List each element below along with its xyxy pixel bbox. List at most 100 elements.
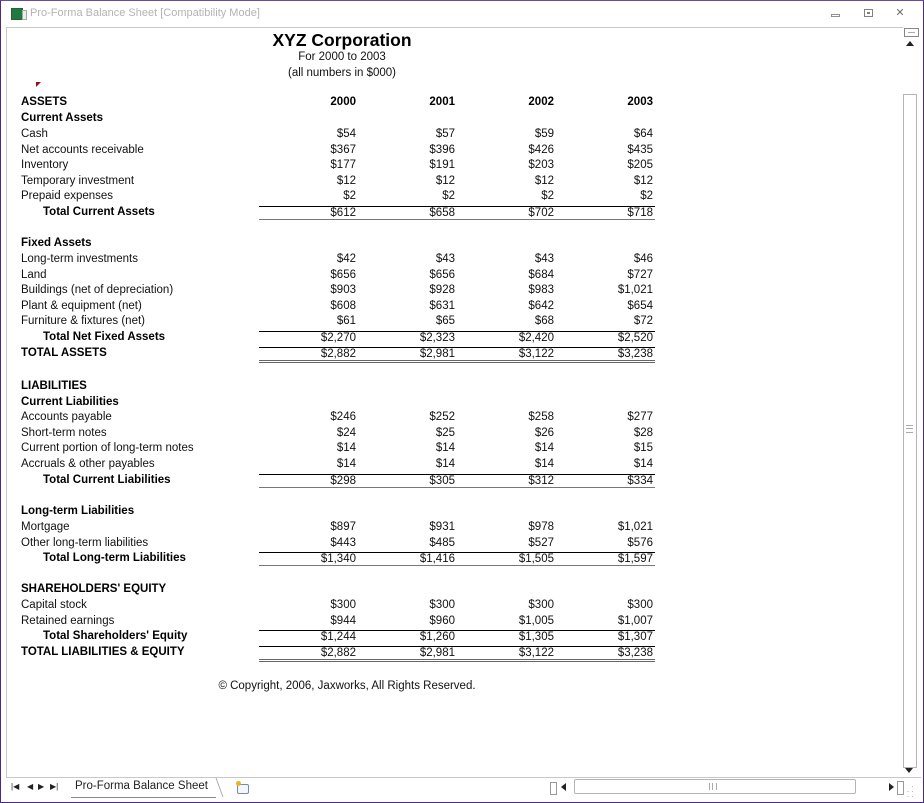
cell-value[interactable]: $642 [457, 300, 556, 312]
cell-value[interactable]: $1,416 [358, 552, 457, 566]
cell-value[interactable]: $983 [457, 284, 556, 296]
cell-value[interactable]: $246 [259, 411, 358, 423]
close-button[interactable]: ✕ [893, 7, 907, 19]
cell-value[interactable]: $718 [556, 206, 655, 220]
cell-value[interactable]: $14 [358, 442, 457, 454]
cell-value[interactable]: $1,340 [259, 552, 358, 566]
cell-value[interactable]: $203 [457, 159, 556, 171]
cell-value[interactable]: $2 [457, 190, 556, 202]
year-column-header[interactable]: 2001 [358, 96, 457, 108]
sheet-tab-pro-forma-balance-sheet[interactable]: Pro-Forma Balance Sheet [71, 778, 216, 798]
cell-value[interactable]: $2,270 [259, 331, 358, 344]
cell-value[interactable]: $443 [259, 537, 358, 549]
cell-value[interactable]: $177 [259, 159, 358, 171]
cell-value[interactable]: $334 [556, 474, 655, 488]
cell-value[interactable]: $14 [457, 458, 556, 470]
cell-value[interactable]: $527 [457, 537, 556, 549]
cell-value[interactable]: $684 [457, 269, 556, 281]
cell-value[interactable]: $1,021 [556, 521, 655, 533]
cell-value[interactable]: $2,323 [358, 331, 457, 344]
cell-value[interactable]: $656 [358, 269, 457, 281]
cell-value[interactable]: $43 [457, 253, 556, 265]
cell-value[interactable]: $42 [259, 253, 358, 265]
cell-value[interactable]: $43 [358, 253, 457, 265]
cell-value[interactable]: $14 [259, 458, 358, 470]
cell-value[interactable]: $277 [556, 411, 655, 423]
cell-value[interactable]: $14 [259, 442, 358, 454]
cell-value[interactable]: $654 [556, 300, 655, 312]
cell-value[interactable]: $435 [556, 144, 655, 156]
cell-value[interactable]: $12 [556, 175, 655, 187]
cell-value[interactable]: $300 [259, 599, 358, 611]
next-sheet-icon[interactable]: ▶ [38, 782, 44, 792]
cell-value[interactable]: $608 [259, 300, 358, 312]
cell-value[interactable]: $14 [556, 458, 655, 470]
cell-value[interactable]: $1,260 [358, 630, 457, 643]
scroll-left-arrow-icon[interactable] [561, 783, 566, 791]
cell-value[interactable]: $300 [556, 599, 655, 611]
first-sheet-icon[interactable]: |◀ [11, 782, 19, 792]
cell-value[interactable]: $576 [556, 537, 655, 549]
cell-value[interactable]: $12 [259, 175, 358, 187]
cell-value[interactable]: $612 [259, 206, 358, 220]
cell-value[interactable]: $312 [457, 474, 556, 488]
year-column-header[interactable]: 2000 [259, 96, 358, 108]
minimize-button[interactable] [829, 7, 843, 19]
cell-value[interactable]: $59 [457, 128, 556, 140]
cell-value[interactable]: $2,520 [556, 331, 655, 344]
cell-value[interactable]: $26 [457, 427, 556, 439]
cell-value[interactable]: $367 [259, 144, 358, 156]
split-box-horizontal[interactable] [550, 782, 557, 795]
cell-value[interactable]: $1,244 [259, 630, 358, 643]
cell-value[interactable]: $727 [556, 269, 655, 281]
cell-value[interactable]: $14 [457, 442, 556, 454]
cell-value[interactable]: $28 [556, 427, 655, 439]
cell-value[interactable]: $931 [358, 521, 457, 533]
cell-value[interactable]: $897 [259, 521, 358, 533]
cell-value[interactable]: $205 [556, 159, 655, 171]
insert-worksheet-icon[interactable] [234, 780, 250, 794]
split-box-right[interactable] [897, 781, 904, 795]
scroll-right-arrow-icon[interactable] [889, 783, 894, 791]
cell-value[interactable]: $14 [358, 458, 457, 470]
cell-value[interactable]: $396 [358, 144, 457, 156]
cell-value[interactable]: $3,238 [556, 646, 655, 662]
last-sheet-icon[interactable]: ▶| [50, 782, 58, 792]
cell-value[interactable]: $24 [259, 427, 358, 439]
scroll-up-arrow-icon[interactable] [906, 41, 914, 46]
cell-value[interactable]: $2,420 [457, 331, 556, 344]
prev-sheet-icon[interactable]: ◀ [27, 782, 33, 792]
split-box-vertical[interactable] [904, 28, 919, 37]
cell-value[interactable]: $1,305 [457, 630, 556, 643]
cell-value[interactable]: $1,007 [556, 615, 655, 627]
cell-value[interactable]: $1,021 [556, 284, 655, 296]
cell-value[interactable]: $658 [358, 206, 457, 220]
cell-value[interactable]: $258 [457, 411, 556, 423]
cell-value[interactable]: $3,238 [556, 347, 655, 363]
cell-value[interactable]: $928 [358, 284, 457, 296]
cell-value[interactable]: $300 [457, 599, 556, 611]
cell-value[interactable]: $903 [259, 284, 358, 296]
cell-value[interactable]: $1,597 [556, 552, 655, 566]
cell-value[interactable]: $191 [358, 159, 457, 171]
year-column-header[interactable]: 2002 [457, 96, 556, 108]
worksheet[interactable]: XYZ Corporation For 2000 to 2003 (all nu… [6, 27, 903, 778]
cell-value[interactable]: $631 [358, 300, 457, 312]
cell-value[interactable]: $12 [358, 175, 457, 187]
comment-indicator-icon[interactable] [36, 82, 41, 87]
cell-value[interactable]: $300 [358, 599, 457, 611]
cell-value[interactable]: $1,307 [556, 630, 655, 643]
cell-value[interactable]: $960 [358, 615, 457, 627]
cell-value[interactable]: $15 [556, 442, 655, 454]
cell-value[interactable]: $305 [358, 474, 457, 488]
cell-value[interactable]: $2 [556, 190, 655, 202]
cell-value[interactable]: $25 [358, 427, 457, 439]
restore-button[interactable] [862, 7, 876, 19]
cell-value[interactable]: $702 [457, 206, 556, 220]
cell-value[interactable]: $3,122 [457, 347, 556, 363]
scroll-down-arrow-icon[interactable] [905, 768, 913, 773]
cell-value[interactable]: $46 [556, 253, 655, 265]
cell-value[interactable]: $656 [259, 269, 358, 281]
cell-value[interactable]: $1,005 [457, 615, 556, 627]
cell-value[interactable]: $2 [358, 190, 457, 202]
